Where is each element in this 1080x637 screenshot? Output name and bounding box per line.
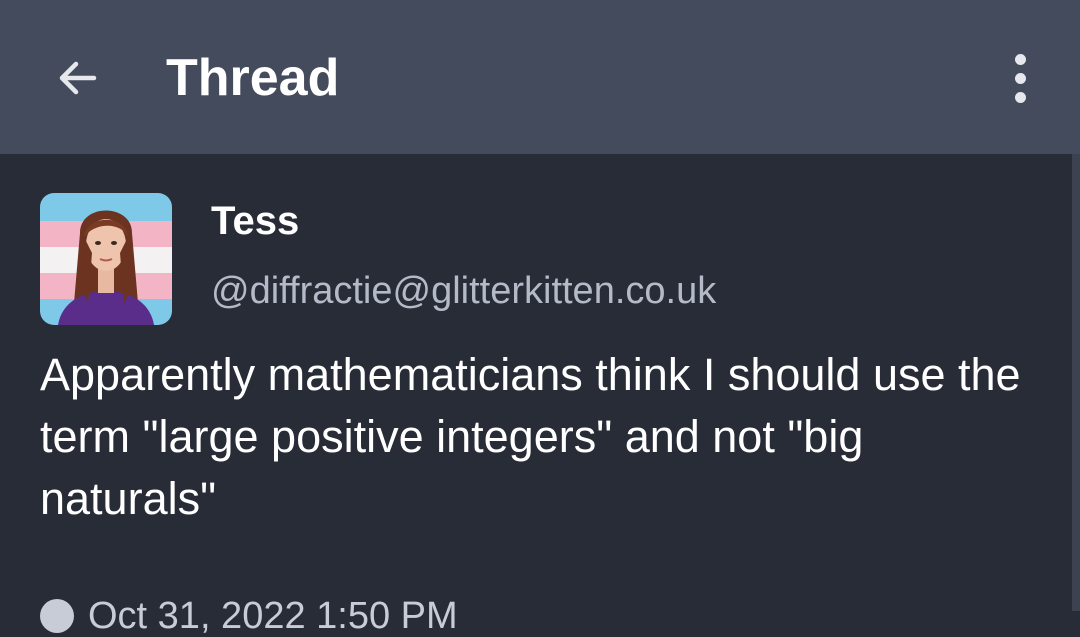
status-timestamp[interactable]: Oct 31, 2022 1:50 PM	[88, 596, 458, 636]
author-display-name[interactable]: Tess	[211, 198, 299, 244]
globe-icon	[40, 599, 74, 633]
avatar-portrait	[40, 193, 172, 325]
scrollbar[interactable]	[1072, 154, 1080, 611]
top-app-bar: Thread	[0, 0, 1080, 154]
author-account[interactable]: @diffractie@glitterkitten.co.uk	[211, 268, 716, 314]
back-button[interactable]	[44, 44, 112, 112]
more-vertical-icon	[1014, 53, 1026, 65]
status-content: Apparently mathematicians think I should…	[40, 349, 1021, 524]
page-title: Thread	[166, 49, 340, 107]
arrow-left-icon	[59, 61, 97, 95]
avatar[interactable]	[40, 193, 172, 325]
more-options-button[interactable]	[992, 44, 1048, 112]
status-meta: Oct 31, 2022 1:50 PM	[40, 596, 458, 636]
